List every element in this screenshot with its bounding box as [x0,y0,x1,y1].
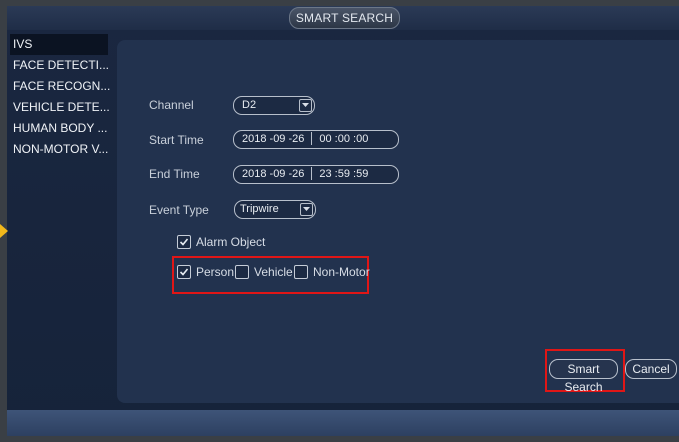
field-divider [311,131,313,145]
chevron-down-icon [300,203,313,216]
alarm-object-checkbox[interactable] [177,235,191,249]
non-motor-label: Non-Motor [313,265,370,279]
sidebar-item-face-recognition[interactable]: FACE RECOGN... [10,76,110,97]
vehicle-option[interactable]: Vehicle [235,265,293,279]
non-motor-option[interactable]: Non-Motor [294,265,370,279]
sidebar-item-ivs[interactable]: IVS [10,34,108,55]
check-icon [179,238,189,246]
cancel-button[interactable]: Cancel [625,359,677,379]
person-checkbox[interactable] [177,265,191,279]
channel-select[interactable]: D2 [233,96,315,115]
end-time-field[interactable]: 2018 -09 -26 23 :59 :59 [233,165,399,184]
channel-value: D2 [242,99,257,111]
start-time-value[interactable]: 00 :00 :00 [319,131,368,148]
smart-search-button[interactable]: Smart Search [549,359,618,394]
alarm-object-label: Alarm Object [196,235,266,249]
vehicle-checkbox[interactable] [235,265,249,279]
sidebar-item-human-body[interactable]: HUMAN BODY ... [10,118,110,139]
dvr-screen: SMART SEARCH IVS FACE DETECTI... FACE RE… [0,0,679,442]
sidebar-item-face-detection[interactable]: FACE DETECTI... [10,55,110,76]
event-type-select[interactable]: Tripwire [234,200,316,219]
start-date-value[interactable]: 2018 -09 -26 [242,131,304,148]
bottom-bar [7,410,679,436]
sidebar-item-non-motor-vehicle[interactable]: NON-MOTOR V... [10,139,110,160]
non-motor-checkbox[interactable] [294,265,308,279]
end-time-value[interactable]: 23 :59 :59 [319,166,368,183]
chevron-down-icon [299,99,312,112]
check-icon [179,268,189,276]
event-type-value: Tripwire [240,203,279,215]
start-time-label: Start Time [149,133,204,147]
vehicle-label: Vehicle [254,265,293,279]
window-title: SMART SEARCH [289,7,400,29]
start-time-field[interactable]: 2018 -09 -26 00 :00 :00 [233,130,399,149]
arrow-right-icon [0,224,8,238]
alarm-object-option[interactable]: Alarm Object [177,235,265,249]
sidebar-item-vehicle-detection[interactable]: VEHICLE DETE... [10,97,110,118]
end-time-label: End Time [149,167,200,181]
end-date-value[interactable]: 2018 -09 -26 [242,166,304,183]
field-divider [311,166,313,180]
channel-label: Channel [149,98,194,112]
person-label: Person [196,265,235,279]
event-type-label: Event Type [149,203,209,217]
person-option[interactable]: Person [177,265,234,279]
sidebar: IVS FACE DETECTI... FACE RECOGN... VEHIC… [10,34,110,160]
